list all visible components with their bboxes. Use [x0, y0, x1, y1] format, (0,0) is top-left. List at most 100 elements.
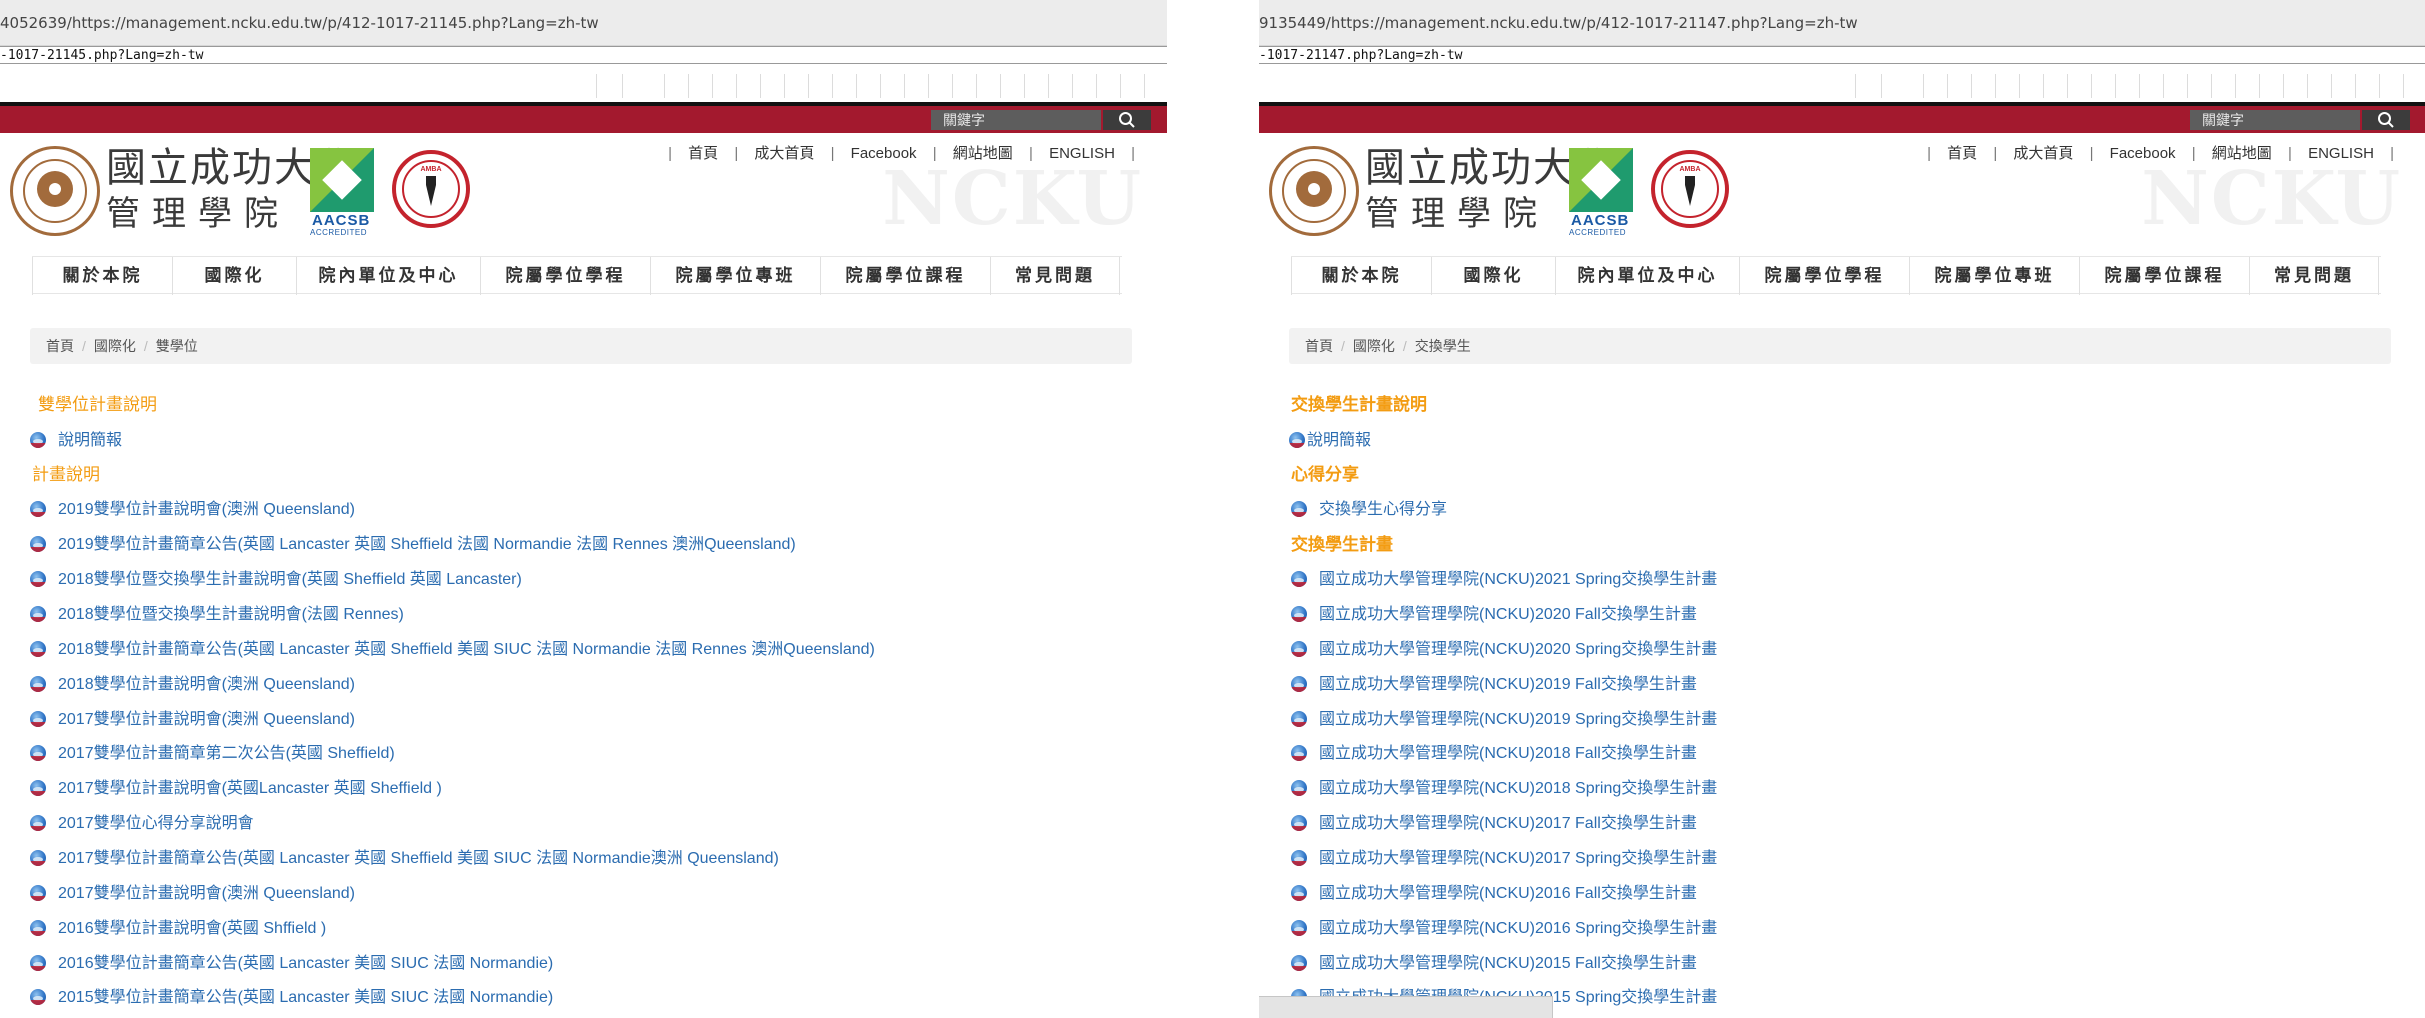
list-item[interactable]: 2016雙學位計畫簡章公告(英國 Lancaster 美國 SIUC 法國 No… [30, 949, 553, 979]
bottom-tab[interactable] [1259, 996, 1553, 1018]
list-item[interactable]: 2018雙學位暨交換學生計畫說明會(法國 Rennes) [30, 600, 404, 630]
strip-divider [736, 74, 737, 98]
list-item[interactable]: 2017雙學位計畫簡章第二次公告(英國 Sheffield) [30, 739, 395, 769]
nav-item-about[interactable]: 關於本院 [1291, 257, 1431, 295]
aacsb-logo: AACSB ACCREDITED [310, 148, 374, 237]
nav-item-faq[interactable]: 常見問題 [2249, 257, 2379, 295]
globe-icon [30, 745, 46, 761]
ncku-watermark: NCKU [882, 156, 1143, 242]
strip-divider [1024, 74, 1025, 98]
globe-icon [1291, 571, 1307, 587]
strip-divider [1144, 74, 1145, 98]
nav-item-courses[interactable]: 院屬學位課程 [2079, 257, 2249, 295]
list-item[interactable]: 國立成功大學管理學院(NCKU)2015 Fall交換學生計畫 [1291, 949, 1697, 979]
list-item[interactable]: 國立成功大學管理學院(NCKU)2020 Fall交換學生計畫 [1291, 600, 1697, 630]
secondary-url-text: -1017-21147.php?Lang=zh-tw [1259, 48, 1463, 63]
list-item[interactable]: 國立成功大學管理學院(NCKU)2017 Spring交換學生計畫 [1291, 844, 1717, 874]
top-link-home[interactable]: 首頁 [688, 142, 718, 163]
ncku-watermark: NCKU [2141, 156, 2402, 242]
ncku-logo[interactable]: 國立成功大學 管理學院 [10, 142, 356, 238]
aacsb-sub: ACCREDITED [1569, 228, 1627, 237]
list-item[interactable]: 國立成功大學管理學院(NCKU)2018 Spring交換學生計畫 [1291, 774, 1717, 804]
list-item[interactable]: 說明簡報 [30, 426, 122, 456]
globe-icon [1291, 745, 1307, 761]
globe-icon [30, 571, 46, 587]
globe-icon [30, 955, 46, 971]
strip-divider [1096, 74, 1097, 98]
list-item[interactable]: 國立成功大學管理學院(NCKU)2016 Fall交換學生計畫 [1291, 879, 1697, 909]
breadcrumb-international[interactable]: 國際化 [94, 338, 136, 354]
list-item[interactable]: 2018雙學位暨交換學生計畫說明會(英國 Sheffield 英國 Lancas… [30, 565, 522, 595]
list-item[interactable]: 2017雙學位心得分享說明會 [30, 809, 254, 839]
list-item[interactable]: 國立成功大學管理學院(NCKU)2021 Spring交換學生計畫 [1291, 565, 1717, 595]
strip-divider [2307, 74, 2308, 98]
nav-item-courses[interactable]: 院屬學位課程 [820, 257, 990, 295]
globe-icon [30, 536, 46, 552]
secondary-url-text: -1017-21145.php?Lang=zh-tw [0, 48, 204, 63]
address-text: 4052639/https://management.ncku.edu.tw/p… [0, 14, 599, 32]
list-item[interactable]: 2017雙學位計畫簡章公告(英國 Lancaster 英國 Sheffield … [30, 844, 779, 874]
secondary-url-field[interactable]: -1017-21145.php?Lang=zh-tw [0, 46, 1167, 64]
nav-item-degree-programs[interactable]: 院屬學位學程 [1739, 257, 1909, 295]
top-link-home[interactable]: 首頁 [1947, 142, 1977, 163]
address-bar[interactable]: 4052639/https://management.ncku.edu.tw/p… [0, 0, 1167, 46]
list-item[interactable]: 國立成功大學管理學院(NCKU)2019 Spring交換學生計畫 [1291, 705, 1717, 735]
aacsb-word: AACSB [312, 212, 371, 229]
strip-divider [2379, 74, 2380, 98]
list-item[interactable]: 國立成功大學管理學院(NCKU)2019 Fall交換學生計畫 [1291, 670, 1697, 700]
list-item[interactable]: 國立成功大學管理學院(NCKU)2018 Fall交換學生計畫 [1291, 739, 1697, 769]
breadcrumb-current: 交換學生 [1414, 338, 1471, 354]
nav-item-special-classes[interactable]: 院屬學位專班 [650, 257, 820, 295]
search-button[interactable] [1103, 110, 1151, 130]
list-item[interactable]: 2018雙學位計畫說明會(澳洲 Queensland) [30, 670, 355, 700]
strip-divider [2115, 74, 2116, 98]
nav-item-about[interactable]: 關於本院 [32, 257, 172, 295]
amba-logo: AMBA [392, 150, 470, 228]
ncku-logo[interactable]: 國立成功大學 管理學院 [1269, 142, 1615, 238]
strip-divider [2331, 74, 2332, 98]
globe-icon [1291, 711, 1307, 727]
breadcrumb-international[interactable]: 國際化 [1353, 338, 1395, 354]
list-item[interactable]: 2017雙學位計畫說明會(澳洲 Queensland) [30, 705, 355, 735]
globe-icon [30, 920, 46, 936]
list-item[interactable]: 交換學生心得分享 [1291, 495, 1447, 525]
list-item[interactable]: 國立成功大學管理學院(NCKU)2017 Fall交換學生計畫 [1291, 809, 1697, 839]
address-bar[interactable]: 9135449/https://management.ncku.edu.tw/p… [1259, 0, 2425, 46]
list-item[interactable]: 2018雙學位計畫簡章公告(英國 Lancaster 英國 Sheffield … [30, 635, 875, 665]
secondary-url-field[interactable]: -1017-21147.php?Lang=zh-tw [1259, 46, 2425, 64]
section-heading: 心得分享 [1291, 465, 1359, 484]
list-item[interactable]: 國立成功大學管理學院(NCKU)2016 Spring交換學生計畫 [1291, 914, 1717, 944]
strip-divider [2211, 74, 2212, 98]
amba-text: AMBA [1679, 166, 1701, 173]
nav-item-international[interactable]: 國際化 [172, 257, 296, 295]
breadcrumb-home[interactable]: 首頁 [1305, 338, 1333, 354]
list-item[interactable]: 說明簡報 [1289, 426, 1371, 456]
strip-divider [2283, 74, 2284, 98]
nav-item-special-classes[interactable]: 院屬學位專班 [1909, 257, 2079, 295]
nav-item-degree-programs[interactable]: 院屬學位學程 [480, 257, 650, 295]
amba-logo: AMBA [1651, 150, 1729, 228]
search-input[interactable]: 關鍵字 [2190, 110, 2360, 130]
search-button[interactable] [2362, 110, 2410, 130]
globe-icon [1289, 432, 1305, 448]
strip-divider [1881, 74, 1882, 98]
nav-item-units[interactable]: 院內單位及中心 [1555, 257, 1739, 295]
top-link-ncku-home[interactable]: 成大首頁 [2013, 142, 2073, 163]
nav-item-faq[interactable]: 常見問題 [990, 257, 1120, 295]
nav-item-units[interactable]: 院內單位及中心 [296, 257, 480, 295]
search-input[interactable]: 關鍵字 [931, 110, 1101, 130]
list-item[interactable]: 2019雙學位計畫簡章公告(英國 Lancaster 英國 Sheffield … [30, 530, 796, 560]
strip-divider [2139, 74, 2140, 98]
nav-item-international[interactable]: 國際化 [1431, 257, 1555, 295]
breadcrumb-current: 雙學位 [155, 338, 198, 354]
list-item[interactable]: 國立成功大學管理學院(NCKU)2020 Spring交換學生計畫 [1291, 635, 1717, 665]
globe-icon [1291, 606, 1307, 622]
list-item[interactable]: 2017雙學位計畫說明會(英國Lancaster 英國 Sheffield ) [30, 774, 442, 804]
list-item[interactable]: 2019雙學位計畫說明會(澳洲 Queensland) [30, 495, 355, 525]
top-link-ncku-home[interactable]: 成大首頁 [754, 142, 814, 163]
search-icon [2378, 112, 2394, 128]
breadcrumb-home[interactable]: 首頁 [46, 338, 74, 354]
list-item[interactable]: 2017雙學位計畫說明會(澳洲 Queensland) [30, 879, 355, 909]
list-item[interactable]: 2016雙學位計畫說明會(英國 Shffield ) [30, 914, 326, 944]
list-item[interactable]: 2015雙學位計畫簡章公告(英國 Lancaster 美國 SIUC 法國 No… [30, 983, 553, 1013]
